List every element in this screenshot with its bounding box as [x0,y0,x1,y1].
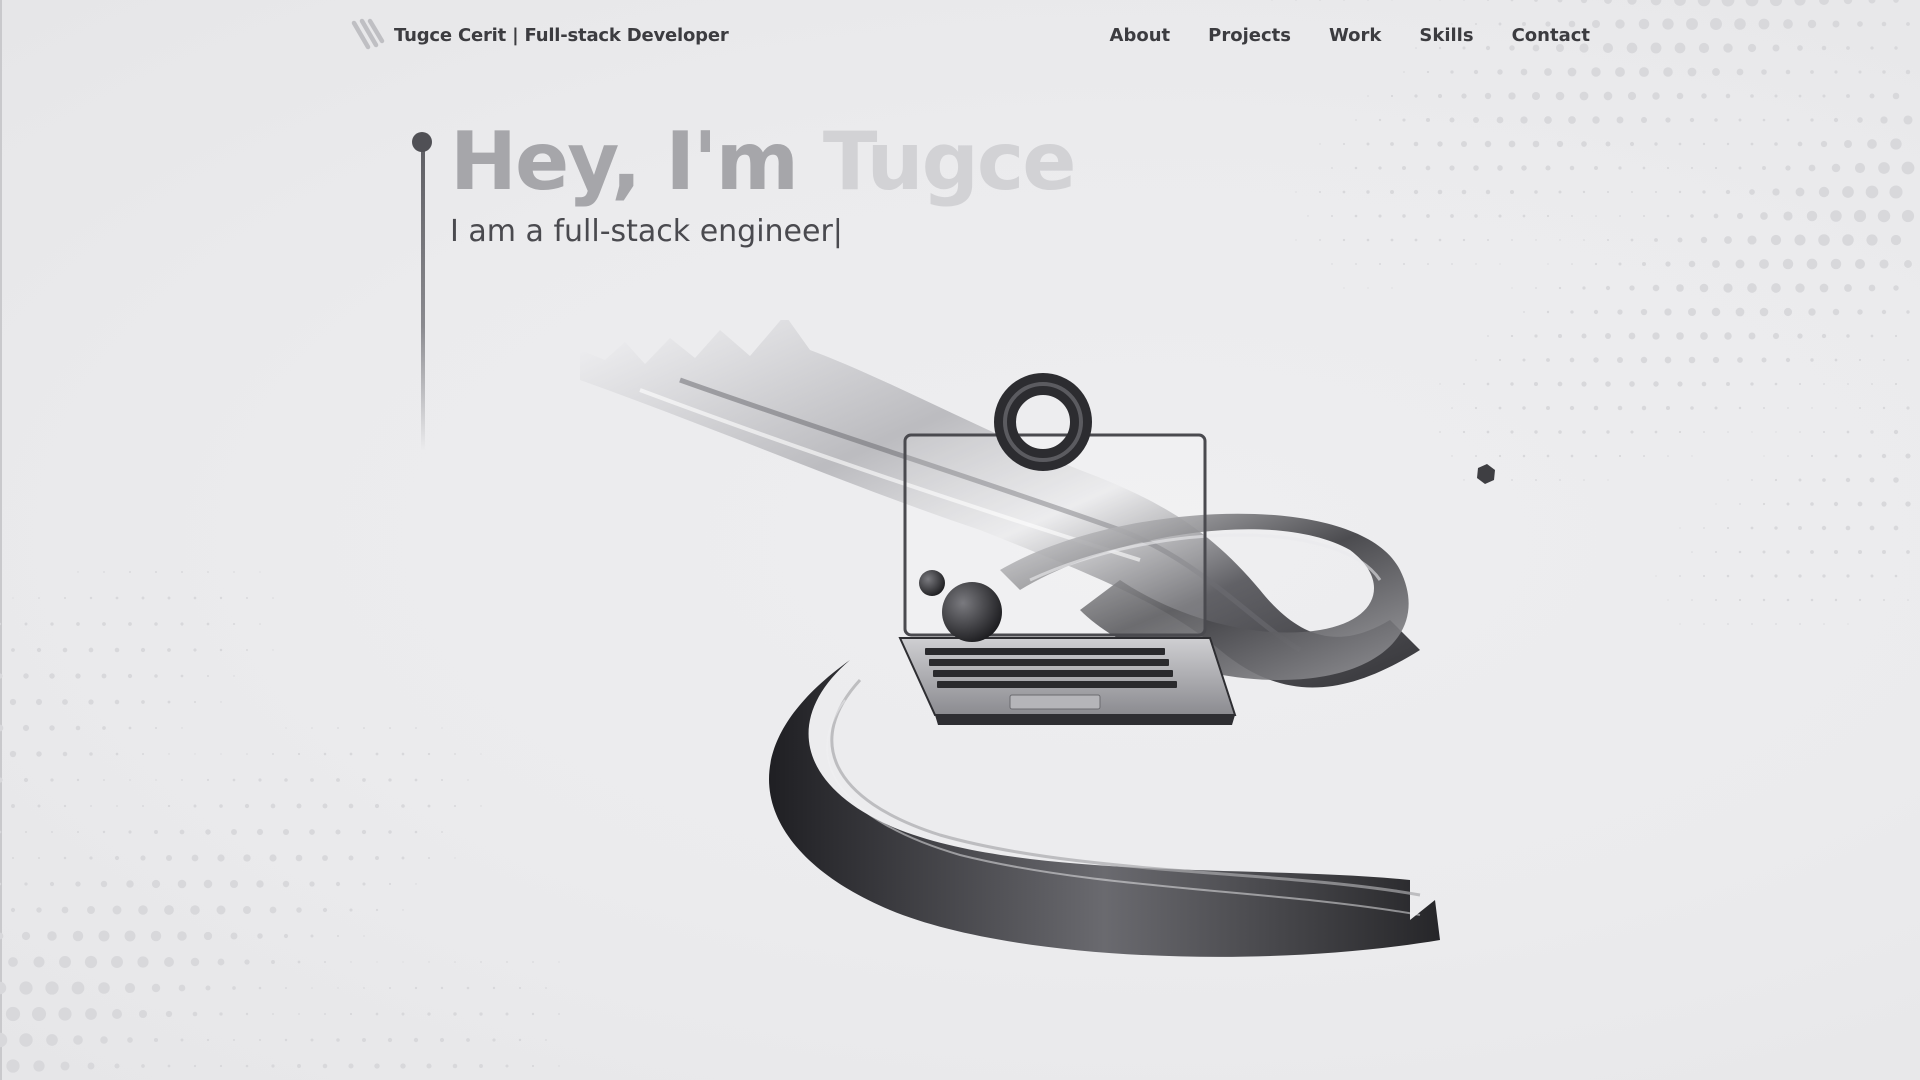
abstract-ribbon-laptop-illustration [580,320,1495,957]
brand-link[interactable]: Tugce Cerit | Full-stack Developer [350,17,729,53]
site-header: Tugce Cerit | Full-stack Developer About… [350,14,1590,56]
hero-name: Tugce [822,115,1077,208]
main-nav: About Projects Work Skills Contact [1110,25,1590,46]
stripes-logo-icon [351,18,385,50]
hero-greeting: Hey, I'm [450,115,799,208]
nav-about[interactable]: About [1110,25,1171,46]
hero-subtitle: I am a full-stack engineer| [450,214,843,249]
hero-title: Hey, I'm Tugce [450,115,1077,208]
hero-accent-dot [412,132,432,152]
nav-work[interactable]: Work [1329,25,1381,46]
nav-contact[interactable]: Contact [1512,25,1590,46]
page: Tugce Cerit | Full-stack Developer About… [0,0,1920,1080]
brand-name: Tugce Cerit | Full-stack Developer [394,24,729,46]
hero-accent-line [421,140,425,450]
nav-projects[interactable]: Projects [1208,25,1291,46]
nav-skills[interactable]: Skills [1419,25,1473,46]
